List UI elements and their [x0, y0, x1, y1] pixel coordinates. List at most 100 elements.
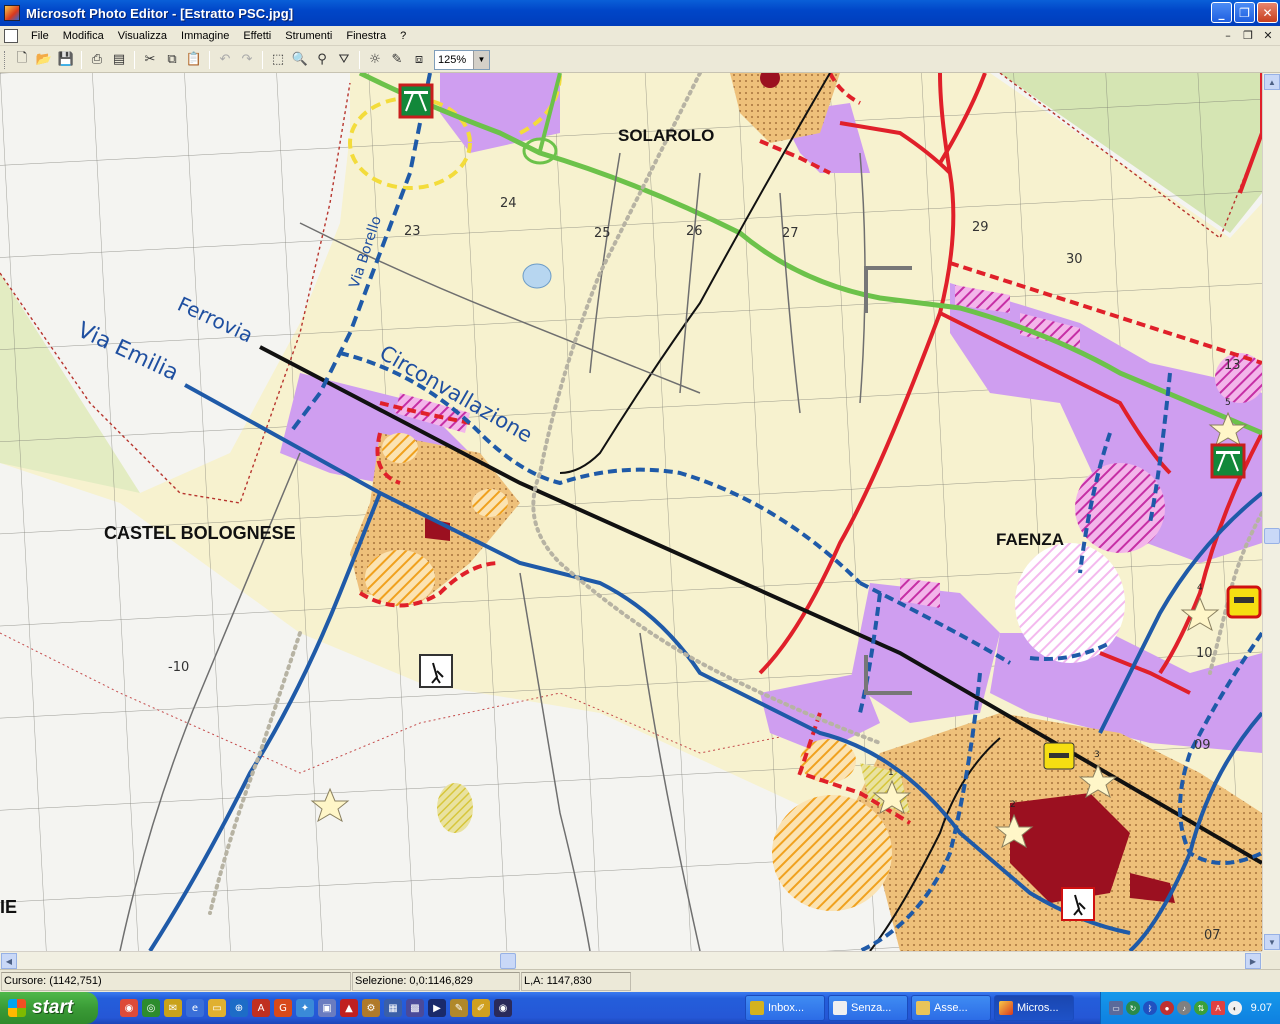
- gc-icon[interactable]: G: [274, 999, 292, 1017]
- quick-launch: ◉ ◎ ✉ e ▭ ⊕ A G ✦ ▣ ▲ ⚙ ▦ ▩ ▶ ✎ ✐ ◉: [120, 999, 512, 1017]
- zoom-value: 125%: [438, 53, 467, 66]
- scan-icon[interactable]: ▤: [108, 49, 130, 71]
- explorer-icon[interactable]: ▣: [318, 999, 336, 1017]
- start-button[interactable]: start: [0, 992, 98, 1024]
- menu-effetti[interactable]: Effetti: [236, 30, 278, 42]
- image-canvas[interactable]: 1 2 3 4 5 23 24 25 26 27 29 30 13 10 09 …: [0, 73, 1262, 951]
- maximize-button[interactable]: ❐: [1234, 2, 1255, 23]
- minimize-button[interactable]: _: [1211, 2, 1232, 23]
- calc-icon[interactable]: ▦: [384, 999, 402, 1017]
- open-folder-icon[interactable]: 📂: [33, 49, 55, 71]
- pencil-icon[interactable]: ✎: [450, 999, 468, 1017]
- speaker-icon[interactable]: ◐: [1228, 1001, 1242, 1015]
- toolbar-separator: [81, 50, 82, 69]
- star-label-2: 2: [1010, 800, 1016, 810]
- clone-icon[interactable]: ⧈: [408, 49, 430, 71]
- monitor-icon[interactable]: ▭: [1109, 1001, 1123, 1015]
- security-icon[interactable]: ●: [1160, 1001, 1174, 1015]
- place-castel-bolognese: CASTEL BOLOGNESE: [104, 523, 296, 543]
- window-title: Microsoft Photo Editor - [Estratto PSC.j…: [26, 5, 294, 21]
- network-tray-icon[interactable]: ⇅: [1194, 1001, 1208, 1015]
- title-bar: Microsoft Photo Editor - [Estratto PSC.j…: [0, 0, 1280, 26]
- task-label: Micros...: [1017, 1002, 1059, 1014]
- paste-icon[interactable]: 📋: [183, 49, 205, 71]
- expansion-zone-castel-north: [382, 433, 418, 463]
- globe-icon[interactable]: ◎: [142, 999, 160, 1017]
- expansion-zone-yellow-south: [437, 783, 473, 833]
- zoom-select[interactable]: 125% ▼: [434, 49, 490, 70]
- close-button[interactable]: ✕: [1257, 2, 1278, 23]
- scrollbar-corner: [1262, 951, 1280, 969]
- horizontal-scrollbar[interactable]: ◀ ▶: [0, 951, 1262, 969]
- menu-help[interactable]: ?: [393, 30, 413, 42]
- sun-icon[interactable]: ☼: [364, 49, 386, 71]
- status-empty: [632, 972, 1280, 991]
- grid-number: 24: [500, 196, 517, 211]
- undo-icon[interactable]: ↶: [214, 49, 236, 71]
- chrome-icon[interactable]: ◉: [120, 999, 138, 1017]
- task-inbox[interactable]: Inbox...: [745, 995, 825, 1021]
- select-icon[interactable]: ⬚: [267, 49, 289, 71]
- bird-icon[interactable]: ✦: [296, 999, 314, 1017]
- gear-icon[interactable]: ⚙: [362, 999, 380, 1017]
- doc-close-icon[interactable]: ✕: [1260, 28, 1276, 42]
- photo-editor-app-icon[interactable]: [4, 5, 20, 21]
- menu-finestra[interactable]: Finestra: [339, 30, 393, 42]
- horizontal-scroll-thumb[interactable]: [500, 953, 516, 969]
- task-asse[interactable]: Asse...: [911, 995, 991, 1021]
- menu-immagine[interactable]: Immagine: [174, 30, 236, 42]
- pond: [522, 263, 552, 289]
- task-photo-editor[interactable]: Micros...: [994, 995, 1074, 1021]
- menu-strumenti[interactable]: Strumenti: [278, 30, 339, 42]
- acrobat-icon[interactable]: A: [252, 999, 270, 1017]
- task-label: Senza...: [851, 1002, 892, 1014]
- outlook-icon[interactable]: ✉: [164, 999, 182, 1017]
- redo-icon[interactable]: ↷: [236, 49, 258, 71]
- funnel-icon[interactable]: ⛛: [333, 49, 355, 71]
- doc-minimize-icon[interactable]: –: [1220, 28, 1236, 42]
- expansion-zone-orange: [772, 795, 892, 911]
- expansion-zone-castel-east: [472, 489, 508, 517]
- menu-modifica[interactable]: Modifica: [56, 30, 111, 42]
- scroll-up-icon[interactable]: ▲: [1264, 74, 1280, 90]
- ati-icon[interactable]: A: [1211, 1001, 1225, 1015]
- disc-icon[interactable]: ◉: [494, 999, 512, 1017]
- grid-number: 07: [1204, 928, 1221, 943]
- scroll-right-icon[interactable]: ▶: [1245, 953, 1261, 969]
- film-icon[interactable]: ▩: [406, 999, 424, 1017]
- print-icon[interactable]: ⎙: [86, 49, 108, 71]
- document-icon[interactable]: [4, 28, 18, 43]
- clock[interactable]: 9.07: [1251, 1002, 1272, 1014]
- folder-icon[interactable]: ▭: [208, 999, 226, 1017]
- chevron-down-icon[interactable]: ▼: [473, 50, 489, 69]
- grid-number: -10: [168, 660, 189, 675]
- toolbar-grip[interactable]: [4, 50, 7, 69]
- grid-number: 23: [404, 224, 421, 239]
- zoom-icon[interactable]: 🔍: [289, 49, 311, 71]
- grid-number: 29: [972, 220, 989, 235]
- network-icon[interactable]: ⊕: [230, 999, 248, 1017]
- copy-icon[interactable]: ⧉: [161, 49, 183, 71]
- cut-icon[interactable]: ✂: [139, 49, 161, 71]
- volume-icon[interactable]: ♪: [1177, 1001, 1191, 1015]
- vertical-scroll-thumb[interactable]: [1264, 528, 1280, 544]
- task-senza[interactable]: Senza...: [828, 995, 908, 1021]
- play-icon[interactable]: ▶: [428, 999, 446, 1017]
- scroll-down-icon[interactable]: ▼: [1264, 934, 1280, 950]
- scroll-left-icon[interactable]: ◀: [1, 953, 17, 969]
- doc-restore-icon[interactable]: ❐: [1240, 28, 1256, 42]
- ie-icon[interactable]: e: [186, 999, 204, 1017]
- sync-icon[interactable]: ↻: [1126, 1001, 1140, 1015]
- new-file-icon[interactable]: 🗋: [11, 49, 33, 71]
- task-label: Inbox...: [768, 1002, 805, 1014]
- save-icon[interactable]: 💾: [55, 49, 77, 71]
- vertical-scrollbar[interactable]: ▲ ▼: [1262, 73, 1280, 951]
- menu-visualizza[interactable]: Visualizza: [111, 30, 174, 42]
- pen-icon[interactable]: ✎: [386, 49, 408, 71]
- paint-icon[interactable]: ✐: [472, 999, 490, 1017]
- menu-file[interactable]: File: [24, 30, 56, 42]
- pin-icon[interactable]: ⚲: [311, 49, 333, 71]
- place-edge-fragment: IE: [0, 897, 17, 917]
- bluetooth-icon[interactable]: ᛒ: [1143, 1001, 1157, 1015]
- media-icon[interactable]: ▲: [340, 999, 358, 1017]
